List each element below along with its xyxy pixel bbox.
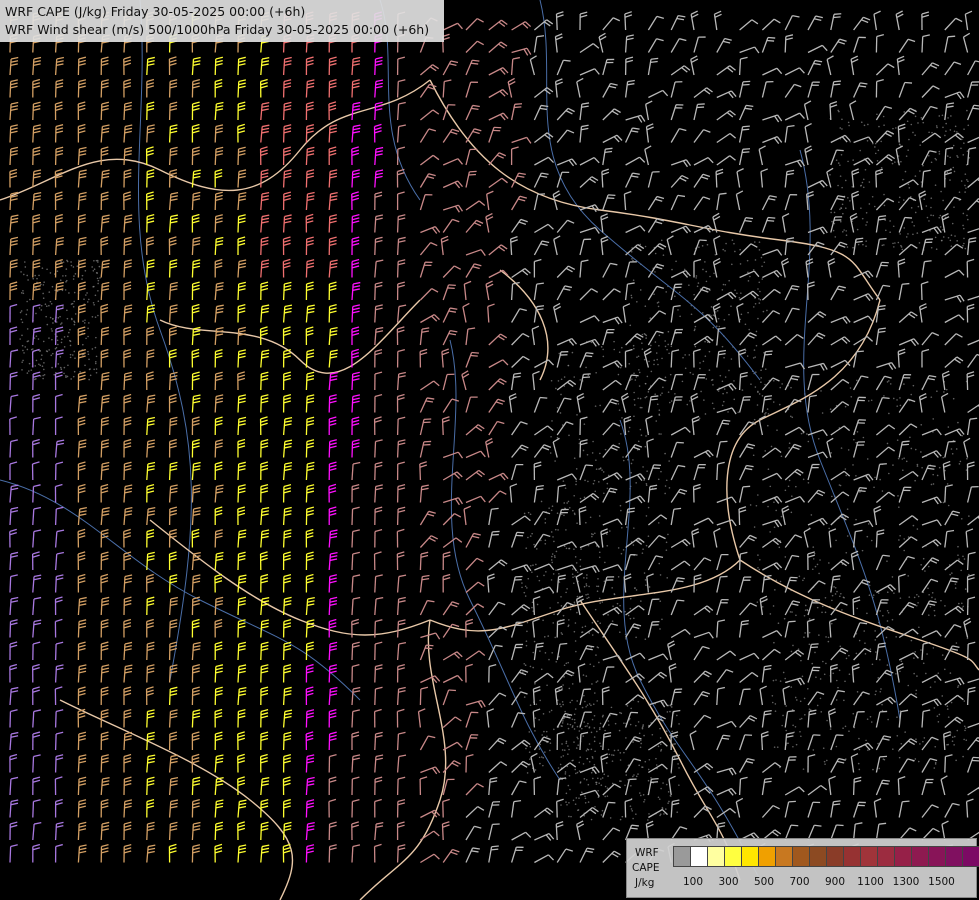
legend-swatch [724,846,742,867]
legend-swatch [741,846,759,867]
legend-tick-label: 1300 [892,876,920,888]
legend-swatch [673,846,691,867]
legend-tick-label: 300 [718,876,739,888]
legend-tick-label: 900 [824,876,846,888]
legend-label-cape: CAPE [632,862,660,874]
wind-shear-title: WRF Wind shear (m/s) 500/1000hPa Friday … [5,22,430,37]
legend-swatch [962,846,979,867]
terrain-relief-layer [19,109,971,821]
cape-legend: WRF CAPE J/kg 100 300 500 700 900 1100 1300 150… [626,838,979,898]
legend-tick-label: 100 [682,876,704,888]
legend-tick-label: 1500 [928,876,955,888]
cape-title: WRF CAPE (J/kg) Friday 30-05-2025 00:00 … [5,4,306,19]
legend-swatch [894,846,912,867]
legend-swatch [928,846,946,867]
legend-label-unit: J/kg [635,877,655,889]
legend-tick-label: 1100 [857,876,884,888]
legend-swatch [690,846,708,867]
legend-label-wrf: WRF [635,847,659,859]
legend-swatch [843,846,861,867]
wind-barbs-layer [9,10,979,866]
legend-swatch [775,846,793,867]
legend-swatch [707,846,725,867]
map-title-box: WRF CAPE (J/kg) Friday 30-05-2025 00:00 … [0,0,444,42]
legend-swatch [809,846,827,867]
legend-swatch [758,846,776,867]
legend-swatch [792,846,810,867]
legend-swatch [860,846,878,867]
legend-tick-label: 700 [789,876,810,888]
legend-tick-label: 500 [753,876,775,888]
legend-swatch [911,846,929,867]
legend-swatch [877,846,895,867]
legend-swatch [945,846,963,867]
legend-swatches [673,846,979,867]
wind-shear-map [0,0,979,900]
legend-swatch [826,846,844,867]
